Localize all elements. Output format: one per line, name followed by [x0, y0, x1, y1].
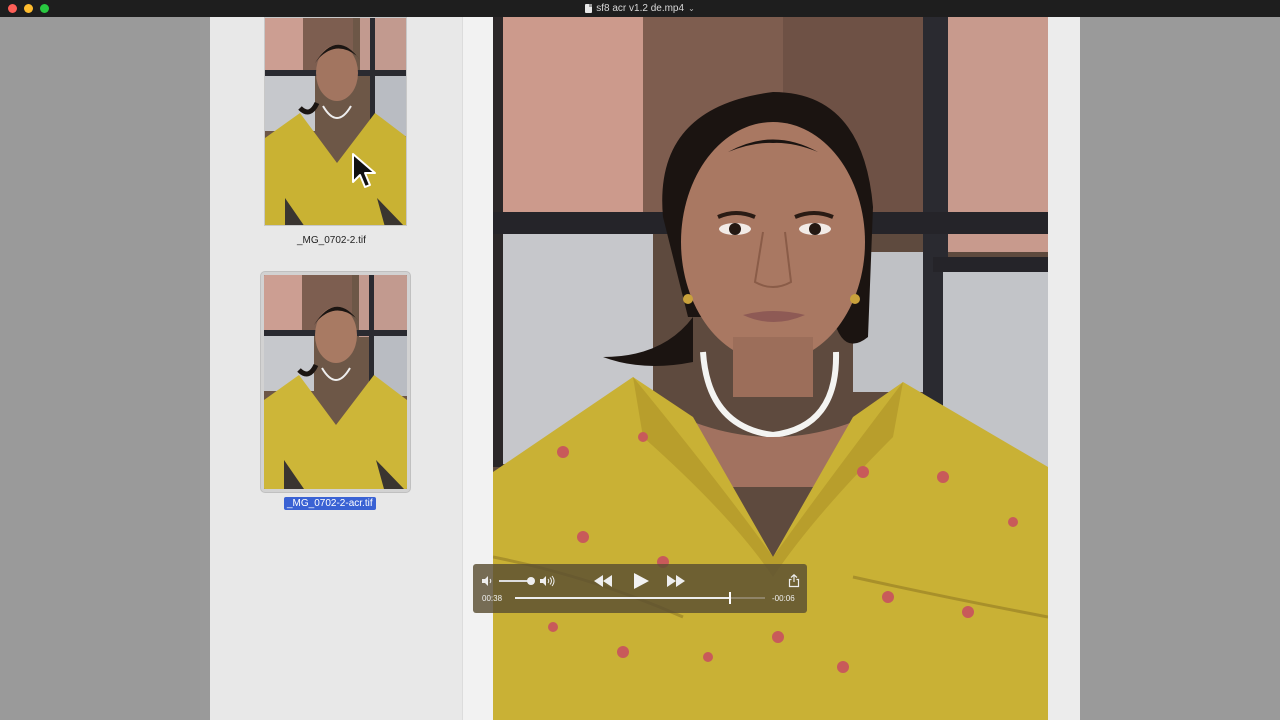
volume-slider-knob[interactable]: [527, 577, 535, 585]
window-right-edge: [1048, 17, 1080, 720]
portrait-photo: [265, 18, 406, 225]
document-icon: [585, 4, 593, 13]
share-icon[interactable]: [788, 574, 800, 588]
window-title-text: sf8 acr v1.2 de.mp4: [596, 3, 685, 14]
minimize-button[interactable]: [24, 4, 33, 13]
thumbnail-label-selected[interactable]: _MG_0702-2-acr.tif: [284, 497, 376, 510]
mouse-cursor-icon: [352, 153, 376, 188]
portrait-photo-large: [493, 17, 1048, 720]
window-title[interactable]: sf8 acr v1.2 de.mp4 ⌄: [585, 3, 695, 14]
preview-image: [493, 17, 1048, 720]
window-controls: [8, 4, 49, 13]
scrubber-playhead[interactable]: [729, 592, 731, 604]
recorded-app-window: _MG_0702-2.tif _MG_0702-2-acr.tif: [210, 17, 1080, 720]
title-bar: sf8 acr v1.2 de.mp4 ⌄: [0, 0, 1280, 17]
close-button[interactable]: [8, 4, 17, 13]
portrait-photo: [264, 275, 407, 489]
thumbnail-label[interactable]: _MG_0702-2.tif: [297, 235, 366, 246]
speaker-high-icon[interactable]: [539, 575, 555, 587]
chevron-down-icon: ⌄: [688, 4, 695, 13]
video-controls: 00:38 -00:06: [473, 564, 807, 613]
rewind-icon[interactable]: [592, 574, 614, 588]
speaker-low-icon[interactable]: [481, 575, 493, 587]
scrubber-progress: [515, 597, 730, 599]
play-icon[interactable]: [632, 572, 650, 590]
fast-forward-icon[interactable]: [665, 574, 687, 588]
thumbnail-sidebar: _MG_0702-2.tif _MG_0702-2-acr.tif: [210, 17, 462, 720]
thumbnail-image-selected[interactable]: [261, 272, 410, 492]
elapsed-time: 00:38: [482, 594, 503, 603]
zoom-button[interactable]: [40, 4, 49, 13]
thumbnail-image[interactable]: [264, 17, 407, 226]
pane-divider[interactable]: [462, 17, 493, 720]
desktop-background-left: [0, 17, 210, 720]
remaining-time: -00:06: [772, 594, 795, 603]
desktop-background-right: [1080, 17, 1280, 720]
